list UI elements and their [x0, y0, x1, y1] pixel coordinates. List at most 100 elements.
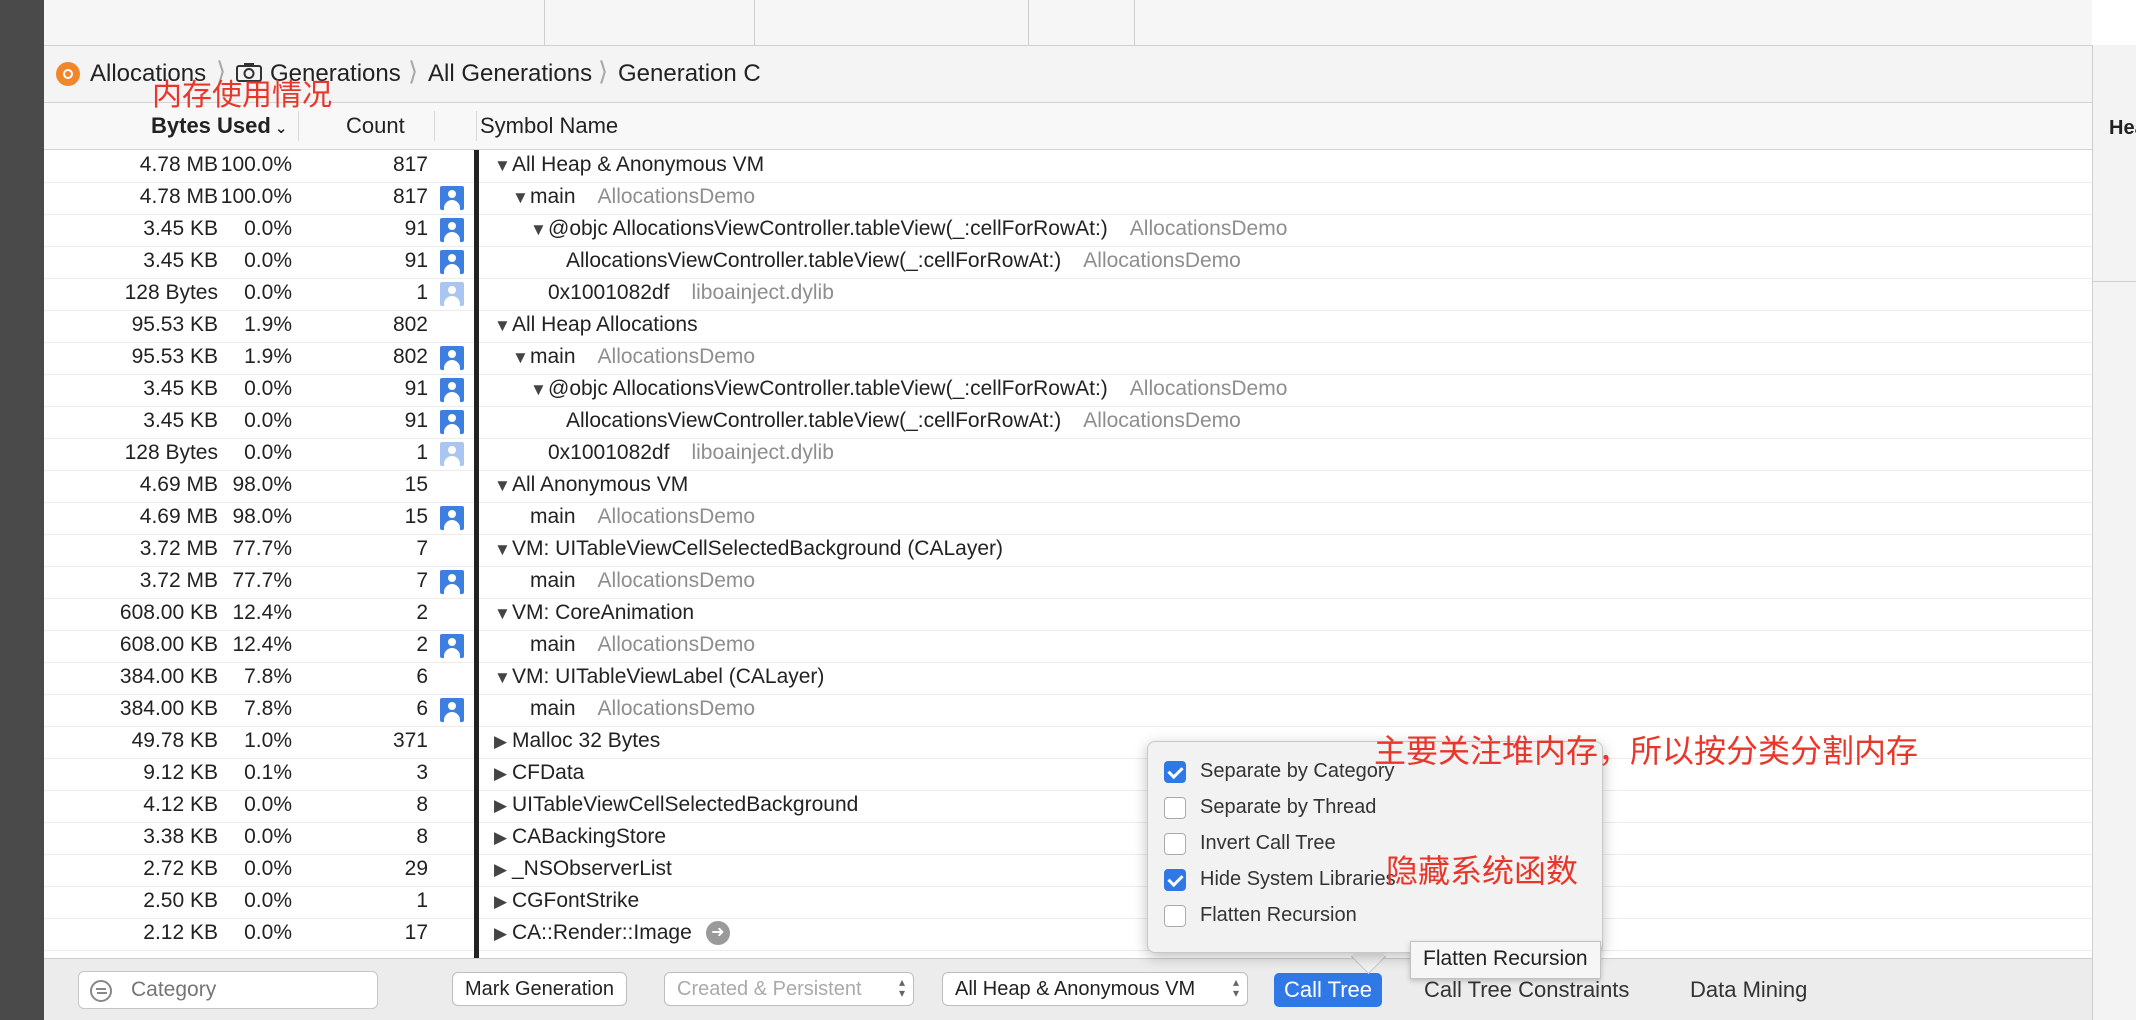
bytes-used-cell: 128 Bytes [124, 441, 218, 464]
bytes-percent-cell: 98.0% [232, 505, 292, 528]
focus-arrow-icon[interactable]: ➜ [705, 921, 730, 946]
table-row[interactable]: 4.12 KB 0.0% 8 ▶ UITableViewCellSelectedBack… [44, 790, 2092, 823]
table-row[interactable]: 3.45 KB 0.0% 91 ▼@objc AllocationsViewContr… [44, 374, 2092, 407]
created-persistent-select[interactable]: Created & Persistent ▴ ▾ [664, 972, 914, 1006]
disclosure-open-icon[interactable]: ▼ [494, 540, 512, 560]
bytes-used-cell: 3.45 KB [143, 377, 218, 400]
symbol-cell: ▶ CA::Render::Image ➜ [494, 921, 730, 946]
symbol-name: main [530, 633, 576, 656]
disclosure-closed-icon[interactable]: ▶ [494, 924, 512, 944]
count-cell: 2 [416, 633, 428, 656]
table-row[interactable]: 608.00 KB 12.4% 2 main AllocationsDemo [44, 630, 2092, 663]
table-row[interactable]: 128 Bytes 0.0% 1 0x1001082df liboainject.dyl… [44, 438, 2092, 471]
disclosure-closed-icon[interactable]: ▶ [494, 796, 512, 816]
checkbox-checked[interactable] [1164, 760, 1186, 783]
disclosure-closed-icon[interactable]: ▶ [494, 860, 512, 880]
bytes-percent-cell: 0.0% [244, 793, 292, 816]
user-code-icon[interactable] [440, 634, 464, 658]
disclosure-closed-icon[interactable]: ▶ [494, 892, 512, 912]
column-header-bytes-used[interactable]: Bytes Used ⌄ [151, 113, 287, 139]
table-row[interactable]: 3.38 KB 0.0% 8 ▶ CABackingStore [44, 822, 2092, 855]
category-filter-input[interactable] [78, 971, 378, 1009]
table-row[interactable]: 4.69 MB 98.0% 15 ▼All Anonymous VM [44, 470, 2092, 503]
user-code-icon[interactable] [440, 698, 464, 722]
user-code-icon[interactable] [440, 442, 464, 466]
checkbox-unchecked[interactable] [1164, 832, 1186, 855]
table-row[interactable]: 3.45 KB 0.0% 91 AllocationsViewController.t… [44, 406, 2092, 439]
table-row[interactable]: 4.78 MB 100.0% 817 ▼All Heap & Anonymous VM [44, 150, 2092, 183]
table-row[interactable]: 2.50 KB 0.0% 1 ▶ CGFontStrike [44, 886, 2092, 919]
column-header-symbol-name[interactable]: Symbol Name [480, 113, 618, 139]
bytes-used-cell: 49.78 KB [131, 729, 218, 752]
option-separate-by-thread[interactable]: Separate by Thread [1164, 796, 1376, 826]
table-row[interactable]: 2.12 KB 0.0% 17 ▶ CA::Render::Image ➜ [44, 918, 2092, 951]
table-row[interactable]: 384.00 KB 7.8% 6 ▼VM: UITableViewLabel (CAL… [44, 662, 2092, 695]
disclosure-open-icon[interactable]: ▼ [494, 476, 512, 496]
table-row[interactable]: 95.53 KB 1.9% 802 ▼All Heap Allocations [44, 310, 2092, 343]
user-code-icon[interactable] [440, 570, 464, 594]
disclosure-open-icon[interactable]: ▼ [494, 668, 512, 688]
user-code-icon[interactable] [440, 218, 464, 242]
library-name: AllocationsDemo [597, 569, 756, 592]
bytes-percent-cell: 0.0% [244, 825, 292, 848]
user-code-icon[interactable] [440, 346, 464, 370]
disclosure-open-icon[interactable]: ▼ [494, 316, 512, 336]
checkbox-unchecked[interactable] [1164, 904, 1186, 927]
table-header: Bytes Used ⌄ Count Symbol Name [44, 103, 2092, 150]
table-row[interactable]: 3.72 MB 77.7% 7 main AllocationsDemo [44, 566, 2092, 599]
option-label: Invert Call Tree [1200, 832, 1336, 855]
disclosure-closed-icon[interactable]: ▶ [494, 732, 512, 752]
user-code-icon[interactable] [440, 410, 464, 434]
column-header-count[interactable]: Count [346, 113, 405, 139]
user-code-icon[interactable] [440, 250, 464, 274]
disclosure-closed-icon[interactable]: ▶ [494, 828, 512, 848]
table-row[interactable]: 4.69 MB 98.0% 15 main AllocationsDemo [44, 502, 2092, 535]
table-row[interactable]: 608.00 KB 12.4% 2 ▼VM: CoreAnimation [44, 598, 2092, 631]
disclosure-open-icon[interactable]: ▼ [512, 348, 530, 368]
symbol-name: main [530, 185, 576, 208]
disclosure-open-icon[interactable]: ▼ [512, 188, 530, 208]
heap-scope-select[interactable]: All Heap & Anonymous VM ▴ ▾ [942, 972, 1248, 1006]
bytes-percent-cell: 0.0% [244, 377, 292, 400]
table-row[interactable]: 3.45 KB 0.0% 91 ▼@objc AllocationsViewContr… [44, 214, 2092, 247]
checkbox-unchecked[interactable] [1164, 796, 1186, 819]
bytes-used-cell: 2.72 KB [143, 857, 218, 880]
disclosure-open-icon[interactable]: ▼ [494, 156, 512, 176]
disclosure-closed-icon[interactable]: ▶ [494, 764, 512, 784]
option-flatten-recursion[interactable]: Flatten Recursion [1164, 904, 1357, 934]
symbol-cell: ▼VM: UITableViewLabel (CALayer) [494, 665, 824, 689]
table-row[interactable]: 3.72 MB 77.7% 7 ▼VM: UITableViewCellSelecte… [44, 534, 2092, 567]
user-code-icon[interactable] [440, 186, 464, 210]
option-hide-system-libraries[interactable]: Hide System Libraries [1164, 868, 1396, 898]
tab-data-mining[interactable]: Data Mining [1680, 973, 1817, 1007]
checkbox-checked[interactable] [1164, 868, 1186, 891]
disclosure-open-icon[interactable]: ▼ [530, 220, 548, 240]
table-row[interactable]: 2.72 KB 0.0% 29 ▶ _NSObserverList [44, 854, 2092, 887]
breadcrumb-all-generations[interactable]: All Generations [428, 60, 592, 88]
option-invert-call-tree[interactable]: Invert Call Tree [1164, 832, 1336, 862]
table-row[interactable]: 128 Bytes 0.0% 1 0x1001082df liboainject.dyl… [44, 278, 2092, 311]
column-divider [434, 111, 435, 141]
mark-generation-button[interactable]: Mark Generation [452, 972, 627, 1006]
disclosure-open-icon[interactable]: ▼ [494, 604, 512, 624]
bytes-percent-cell: 0.1% [244, 761, 292, 784]
table-row[interactable]: 4.78 MB 100.0% 817 ▼main AllocationsDemo [44, 182, 2092, 215]
user-code-icon[interactable] [440, 378, 464, 402]
user-code-icon[interactable] [440, 282, 464, 306]
breadcrumb-generation-c[interactable]: Generation C [618, 60, 761, 88]
table-row[interactable]: 95.53 KB 1.9% 802 ▼main AllocationsDemo [44, 342, 2092, 375]
symbol-cell: main AllocationsDemo [512, 633, 755, 657]
disclosure-open-icon[interactable]: ▼ [530, 380, 548, 400]
bytes-used-cell: 3.72 MB [139, 569, 218, 592]
table-row[interactable]: 3.45 KB 0.0% 91 AllocationsViewController.t… [44, 246, 2092, 279]
option-separate-by-category[interactable]: Separate by Category [1164, 760, 1395, 790]
bytes-percent-cell: 1.9% [244, 313, 292, 336]
symbol-cell: main AllocationsDemo [512, 697, 755, 721]
symbol-name: _NSObserverList [512, 857, 672, 880]
user-code-icon[interactable] [440, 506, 464, 530]
symbol-name: main [530, 505, 576, 528]
tab-call-tree[interactable]: Call Tree [1274, 973, 1383, 1007]
option-label: Flatten Recursion [1200, 904, 1357, 927]
annotation-memory-usage: 内存使用情况 [152, 78, 332, 113]
table-row[interactable]: 384.00 KB 7.8% 6 main AllocationsDemo [44, 694, 2092, 727]
